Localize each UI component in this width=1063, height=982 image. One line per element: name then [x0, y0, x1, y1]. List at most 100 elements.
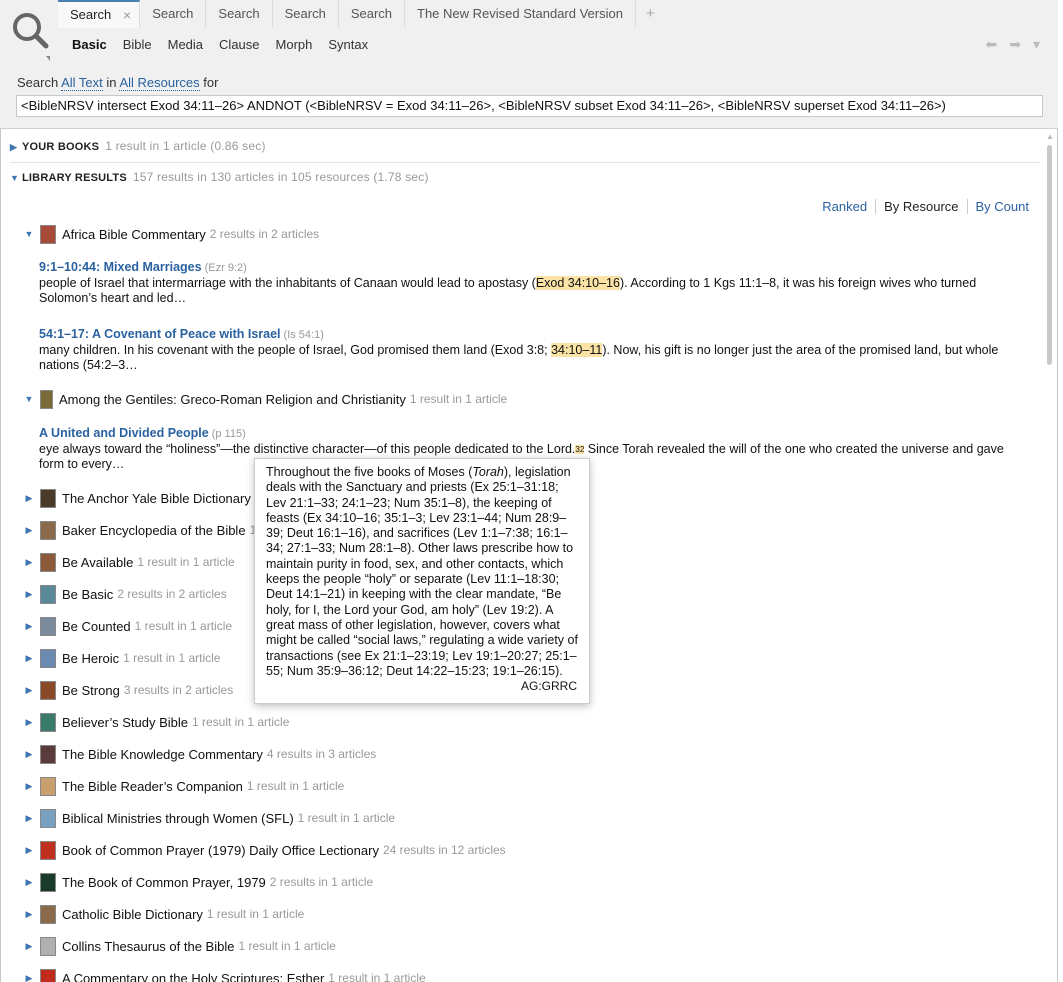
resource-row[interactable]: ▶ Catholic Bible Dictionary 1 result in 1 …: [22, 903, 304, 925]
your-books-header[interactable]: ▶ YOUR BOOKS 1 result in 1 article (0.86 s…: [10, 139, 266, 153]
search-type-tabs: Basic Bible Media Clause Morph Syntax: [64, 35, 376, 55]
resource-title[interactable]: Be Strong: [62, 683, 120, 698]
expand-triangle-icon[interactable]: ▶: [22, 877, 36, 888]
resource-row[interactable]: ▼ Among the Gentiles: Greco-Roman Religi…: [22, 388, 507, 410]
collapse-triangle-icon[interactable]: ▼: [22, 394, 36, 404]
resource-title[interactable]: The Book of Common Prayer, 1979: [62, 875, 266, 890]
highlight[interactable]: Exod 34:10–16: [535, 276, 620, 290]
tab-search[interactable]: Search: [273, 0, 339, 28]
subtab-clause[interactable]: Clause: [211, 35, 267, 55]
resource-title[interactable]: Believer’s Study Bible: [62, 715, 188, 730]
resource-title[interactable]: Book of Common Prayer (1979) Daily Offic…: [62, 843, 379, 858]
resources-selector[interactable]: All Resources: [119, 75, 200, 91]
tab-close-icon[interactable]: ×: [123, 2, 131, 28]
resource-title[interactable]: Catholic Bible Dictionary: [62, 907, 203, 922]
resource-title[interactable]: The Bible Knowledge Commentary: [62, 747, 263, 762]
search-query-input[interactable]: <BibleNRSV intersect Exod 34:11–26> ANDN…: [16, 95, 1043, 117]
expand-triangle-icon[interactable]: ▶: [22, 941, 36, 952]
tab-search-active[interactable]: Search ×: [58, 0, 141, 28]
footnote-marker[interactable]: 32: [575, 445, 585, 454]
expand-triangle-icon[interactable]: ▶: [22, 525, 36, 536]
resource-title[interactable]: Biblical Ministries through Women (SFL): [62, 811, 294, 826]
expand-triangle-icon[interactable]: ▶: [22, 973, 36, 982]
hit-title-link[interactable]: A United and Divided People: [39, 426, 209, 440]
collapse-triangle-icon[interactable]: ▼: [22, 229, 36, 239]
scroll-thumb[interactable]: [1047, 145, 1052, 365]
dropdown-arrow-icon[interactable]: ▾: [1033, 36, 1040, 53]
hit-reference: (Is 54:1): [283, 329, 324, 341]
resource-row[interactable]: ▶ A Commentary on the Holy Scriptures: Es…: [22, 967, 426, 982]
resource-row[interactable]: ▶ Be Available 1 result in 1 article: [22, 551, 235, 573]
resource-row[interactable]: ▶ Collins Thesaurus of the Bible 1 result …: [22, 935, 336, 957]
in-label: in: [106, 75, 117, 90]
hit-title-link[interactable]: 9:1–10:44: Mixed Marriages: [39, 260, 202, 274]
result-count: 2 results in 2 articles: [117, 587, 227, 601]
search-magnifier-icon[interactable]: [10, 10, 50, 62]
book-cover-icon: [40, 840, 56, 860]
back-arrow-icon[interactable]: ⬅: [986, 36, 998, 53]
subtab-bible[interactable]: Bible: [115, 35, 160, 55]
resource-title[interactable]: Be Counted: [62, 619, 131, 634]
resource-row[interactable]: ▶ The Bible Reader’s Companion 1 result in…: [22, 775, 344, 797]
resource-title[interactable]: A Commentary on the Holy Scriptures: Est…: [62, 971, 324, 982]
expand-triangle-icon[interactable]: ▶: [22, 653, 36, 664]
resource-row[interactable]: ▼ Africa Bible Commentary 2 results in 2…: [22, 223, 319, 245]
expand-triangle-icon[interactable]: ▶: [22, 685, 36, 696]
forward-arrow-icon[interactable]: ➡: [1009, 36, 1021, 53]
resource-title[interactable]: Be Basic: [62, 587, 113, 602]
collapse-triangle-icon[interactable]: ▼: [10, 173, 22, 183]
resource-title[interactable]: Collins Thesaurus of the Bible: [62, 939, 234, 954]
expand-triangle-icon[interactable]: ▶: [22, 717, 36, 728]
resource-title[interactable]: The Bible Reader’s Companion: [62, 779, 243, 794]
sort-by-count[interactable]: By Count: [968, 199, 1029, 214]
expand-triangle-icon[interactable]: ▶: [22, 749, 36, 760]
subtab-basic[interactable]: Basic: [64, 35, 115, 55]
resource-title[interactable]: Among the Gentiles: Greco-Roman Religion…: [59, 392, 406, 407]
resource-title[interactable]: The Anchor Yale Bible Dictionary: [62, 491, 251, 506]
resource-row[interactable]: ▶ Be Heroic 1 result in 1 article: [22, 647, 220, 669]
expand-triangle-icon[interactable]: ▶: [22, 909, 36, 920]
resource-row[interactable]: ▶ Biblical Ministries through Women (SFL)…: [22, 807, 395, 829]
expand-triangle-icon[interactable]: ▶: [22, 589, 36, 600]
book-cover-icon: [40, 389, 53, 409]
scope-selector[interactable]: All Text: [61, 75, 103, 91]
vertical-scrollbar[interactable]: ▲: [1044, 129, 1057, 982]
book-cover-icon: [40, 904, 56, 924]
book-cover-icon: [40, 680, 56, 700]
subtab-syntax[interactable]: Syntax: [320, 35, 376, 55]
tab-search[interactable]: Search: [339, 0, 406, 28]
sort-ranked[interactable]: Ranked: [814, 199, 877, 214]
subtab-morph[interactable]: Morph: [268, 35, 321, 55]
expand-triangle-icon[interactable]: ▶: [22, 621, 36, 632]
resource-row[interactable]: ▶ The Bible Knowledge Commentary 4 results…: [22, 743, 376, 765]
resource-row[interactable]: ▶ Book of Common Prayer (1979) Daily Offi…: [22, 839, 506, 861]
add-tab-button[interactable]: +: [636, 0, 665, 28]
resource-title[interactable]: Africa Bible Commentary: [62, 227, 206, 242]
resource-row[interactable]: ▶ Be Counted 1 result in 1 article: [22, 615, 232, 637]
resource-row[interactable]: ▶ The Book of Common Prayer, 1979 2 result…: [22, 871, 373, 893]
expand-triangle-icon[interactable]: ▶: [22, 813, 36, 824]
tab-nrsv[interactable]: The New Revised Standard Version: [405, 0, 636, 28]
expand-triangle-icon[interactable]: ▶: [22, 493, 36, 504]
resource-row[interactable]: ▶ Believer’s Study Bible 1 result in 1 art…: [22, 711, 289, 733]
resource-row[interactable]: ▶ Be Strong 3 results in 2 articles: [22, 679, 233, 701]
resource-row[interactable]: ▶ Be Basic 2 results in 2 articles: [22, 583, 227, 605]
expand-triangle-icon[interactable]: ▶: [22, 557, 36, 568]
book-cover-icon: [40, 808, 56, 828]
tab-search[interactable]: Search: [140, 0, 207, 28]
hit-title-link[interactable]: 54:1–17: A Covenant of Peace with Israel: [39, 327, 281, 341]
resource-title[interactable]: Be Available: [62, 555, 133, 570]
resource-title[interactable]: Be Heroic: [62, 651, 119, 666]
highlight[interactable]: 34:10–11: [551, 343, 603, 357]
expand-triangle-icon[interactable]: ▶: [10, 142, 22, 153]
sort-by-resource[interactable]: By Resource: [876, 199, 968, 214]
library-results-header[interactable]: ▼ LIBRARY RESULTS 157 results in 130 artic…: [10, 170, 429, 184]
popup-source[interactable]: AG:GRRC: [521, 679, 577, 694]
tab-search[interactable]: Search: [206, 0, 273, 28]
subtab-media[interactable]: Media: [160, 35, 211, 55]
history-nav: ⬅ ➡ ▾: [986, 36, 1041, 53]
resource-title[interactable]: Baker Encyclopedia of the Bible: [62, 523, 246, 538]
expand-triangle-icon[interactable]: ▶: [22, 845, 36, 856]
expand-triangle-icon[interactable]: ▶: [22, 781, 36, 792]
scroll-up-icon[interactable]: ▲: [1046, 132, 1054, 141]
